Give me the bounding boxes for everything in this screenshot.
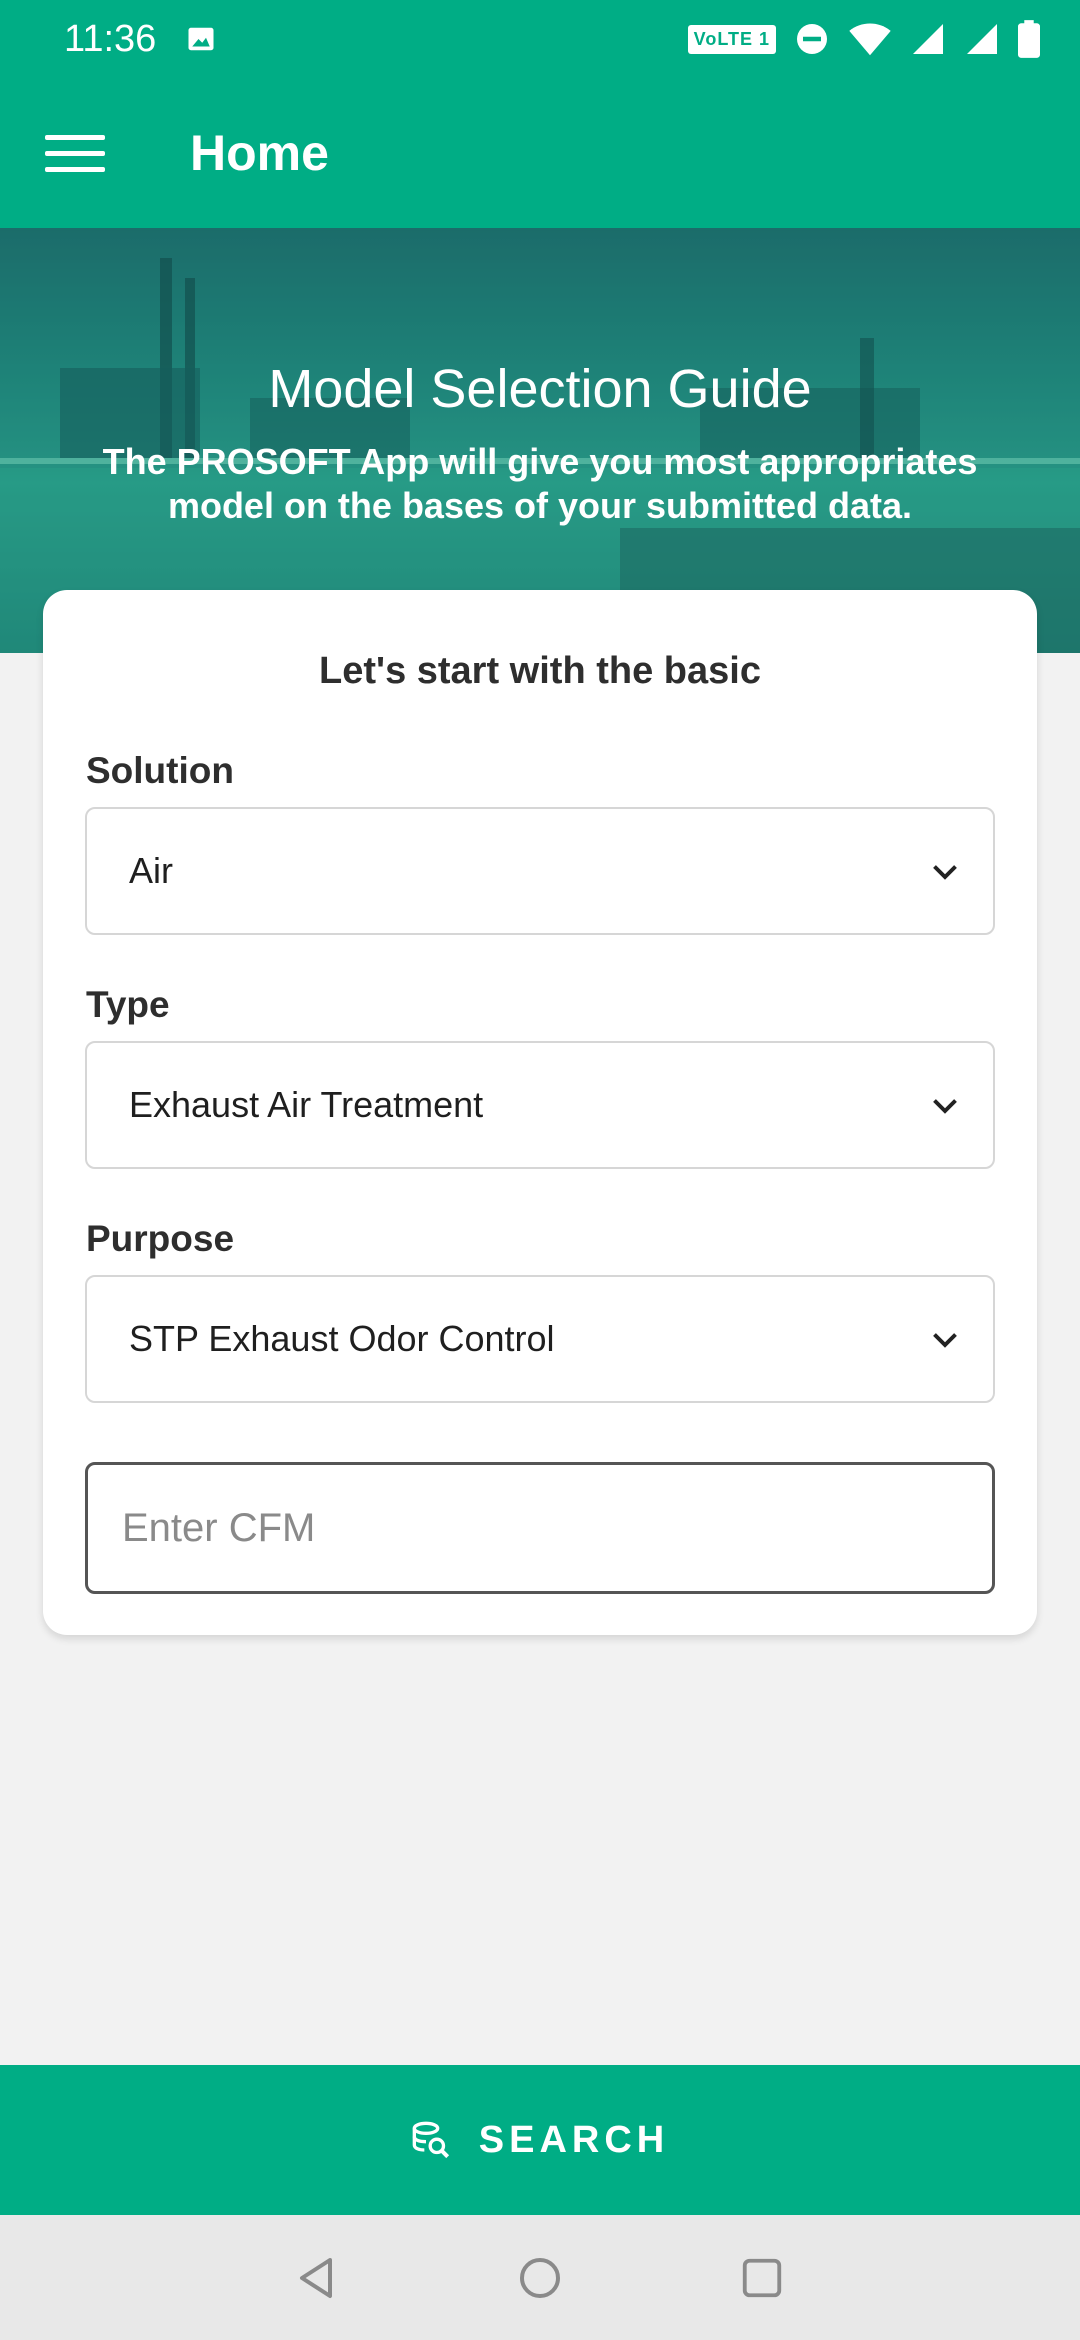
signal-icon-2	[967, 24, 997, 54]
solution-dropdown[interactable]: Air	[85, 807, 995, 935]
card-heading: Let's start with the basic	[319, 650, 761, 692]
type-label: Type	[86, 984, 170, 1025]
dnd-icon	[797, 24, 827, 54]
page-title: Home	[190, 125, 329, 181]
chevron-down-icon	[933, 1099, 957, 1114]
status-left: 11:36	[64, 18, 216, 61]
search-database-icon	[412, 2121, 449, 2159]
app-bar: Home	[0, 78, 1080, 228]
search-button-label: SEARCH	[478, 2118, 670, 2161]
chevron-down-icon	[933, 865, 957, 880]
wifi-icon	[849, 23, 891, 56]
status-right: VoLTE 1	[687, 20, 1040, 58]
hero-title: Model Selection Guide	[268, 359, 812, 419]
solution-value: Air	[129, 850, 173, 891]
chevron-down-icon	[933, 1333, 957, 1348]
solution-label: Solution	[86, 750, 234, 791]
system-nav-bar	[0, 2215, 1080, 2340]
hamburger-menu-icon[interactable]	[45, 108, 135, 198]
status-bar: 11:36 VoLTE 1	[0, 0, 1080, 78]
image-icon	[188, 27, 214, 51]
status-time: 11:36	[64, 17, 157, 60]
type-dropdown[interactable]: Exhaust Air Treatment	[85, 1041, 995, 1169]
network-badge: VoLTE 1	[687, 24, 776, 54]
purpose-label: Purpose	[86, 1218, 235, 1259]
type-value: Exhaust Air Treatment	[129, 1084, 484, 1125]
battery-icon	[1018, 20, 1040, 58]
model-selection-card: Let's start with the basic Solution Air …	[43, 590, 1037, 1635]
cfm-input[interactable]	[85, 1462, 995, 1594]
back-icon[interactable]	[282, 2242, 354, 2314]
recents-icon[interactable]	[726, 2242, 798, 2314]
purpose-value: STP Exhaust Odor Control	[129, 1318, 555, 1359]
signal-icon	[913, 24, 943, 54]
purpose-dropdown[interactable]: STP Exhaust Odor Control	[85, 1275, 995, 1403]
search-button[interactable]: SEARCH	[0, 2065, 1080, 2215]
home-icon[interactable]	[504, 2242, 576, 2314]
hero-subtitle: The PROSOFT App will give you most appro…	[102, 441, 978, 526]
